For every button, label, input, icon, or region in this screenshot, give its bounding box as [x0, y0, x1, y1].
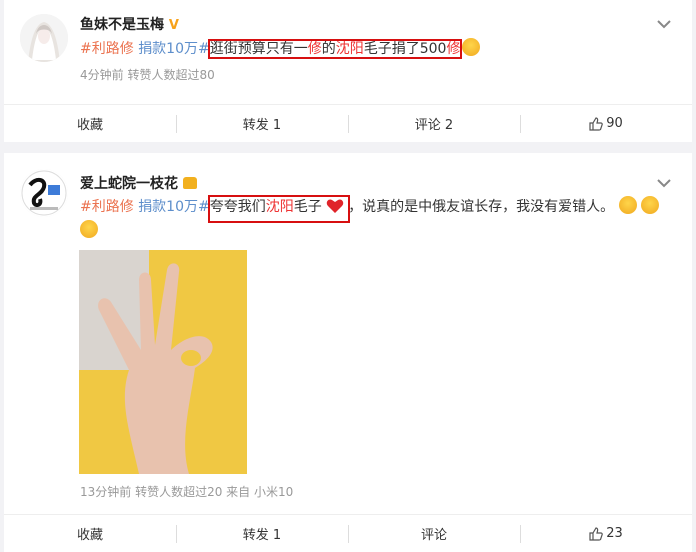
- collect-button[interactable]: 收藏: [4, 105, 176, 142]
- heart-emoji-icon: [326, 199, 344, 213]
- collect-button[interactable]: 收藏: [4, 515, 176, 552]
- post-text: #利路修 捐款10万#逛街预算只有一修的沈阳毛子捐了500修: [80, 38, 481, 60]
- blush-emoji-icon: [641, 196, 660, 214]
- post-meta: 4分钟前 转赞人数超过80: [80, 68, 215, 82]
- hashtag-link-2[interactable]: 捐款10万#: [138, 199, 210, 215]
- verified-badge-icon: V: [168, 18, 179, 33]
- avatar-image: [20, 14, 68, 62]
- highlighted-text: 夸夸我们沈阳毛子: [207, 195, 351, 223]
- comment-button[interactable]: 评论 2: [348, 105, 520, 142]
- repost-button[interactable]: 转发 1: [176, 105, 348, 142]
- thumbs-up-icon: [589, 526, 604, 541]
- post-text: #利路修 捐款10万#夸夸我们沈阳毛子 ，说真的是中俄友谊长存，我没有爱错人。: [80, 195, 660, 223]
- blush-emoji-icon: [80, 220, 98, 238]
- thumbs-up-icon: [589, 116, 604, 131]
- hand-ok-gesture-image: [79, 250, 247, 474]
- comment-button[interactable]: 评论: [348, 515, 520, 552]
- highlighted-text: 逛街预算只有一修的沈阳毛子捐了500修: [207, 39, 463, 59]
- like-button[interactable]: 90: [520, 105, 692, 142]
- author-name[interactable]: 爱上蛇院一枝花: [80, 173, 197, 193]
- post-card: 爱上蛇院一枝花 #利路修 捐款10万#夸夸我们沈阳毛子 ，说真的是中俄友谊长存，…: [4, 153, 692, 552]
- blush-emoji-icon: [618, 196, 637, 214]
- repost-button[interactable]: 转发 1: [176, 515, 348, 552]
- avatar[interactable]: [20, 169, 68, 217]
- author-name[interactable]: 鱼妹不是玉梅 V: [80, 14, 179, 34]
- avatar[interactable]: [20, 14, 68, 62]
- like-button[interactable]: 23: [520, 515, 692, 552]
- hashtag-link-2[interactable]: 捐款10万#: [138, 41, 210, 57]
- crown-badge-icon: [182, 177, 197, 189]
- post-meta: 13分钟前 转赞人数超过20 来自 小米10: [80, 485, 294, 499]
- avatar-image: [20, 169, 68, 217]
- hashtag-link[interactable]: #利路修: [80, 199, 134, 215]
- post-card: 鱼妹不是玉梅 V #利路修 捐款10万#逛街预算只有一修的沈阳毛子捐了500修 …: [4, 0, 692, 142]
- crying-emoji-icon: [462, 38, 481, 56]
- post-image[interactable]: [79, 250, 247, 474]
- hashtag-link[interactable]: #利路修: [80, 41, 134, 57]
- chevron-down-icon[interactable]: [656, 18, 672, 30]
- action-bar: 收藏 转发 1 评论 2 90: [4, 104, 692, 142]
- action-bar: 收藏 转发 1 评论 23: [4, 514, 692, 552]
- post-text-continued: [80, 220, 98, 242]
- chevron-down-icon[interactable]: [656, 177, 672, 189]
